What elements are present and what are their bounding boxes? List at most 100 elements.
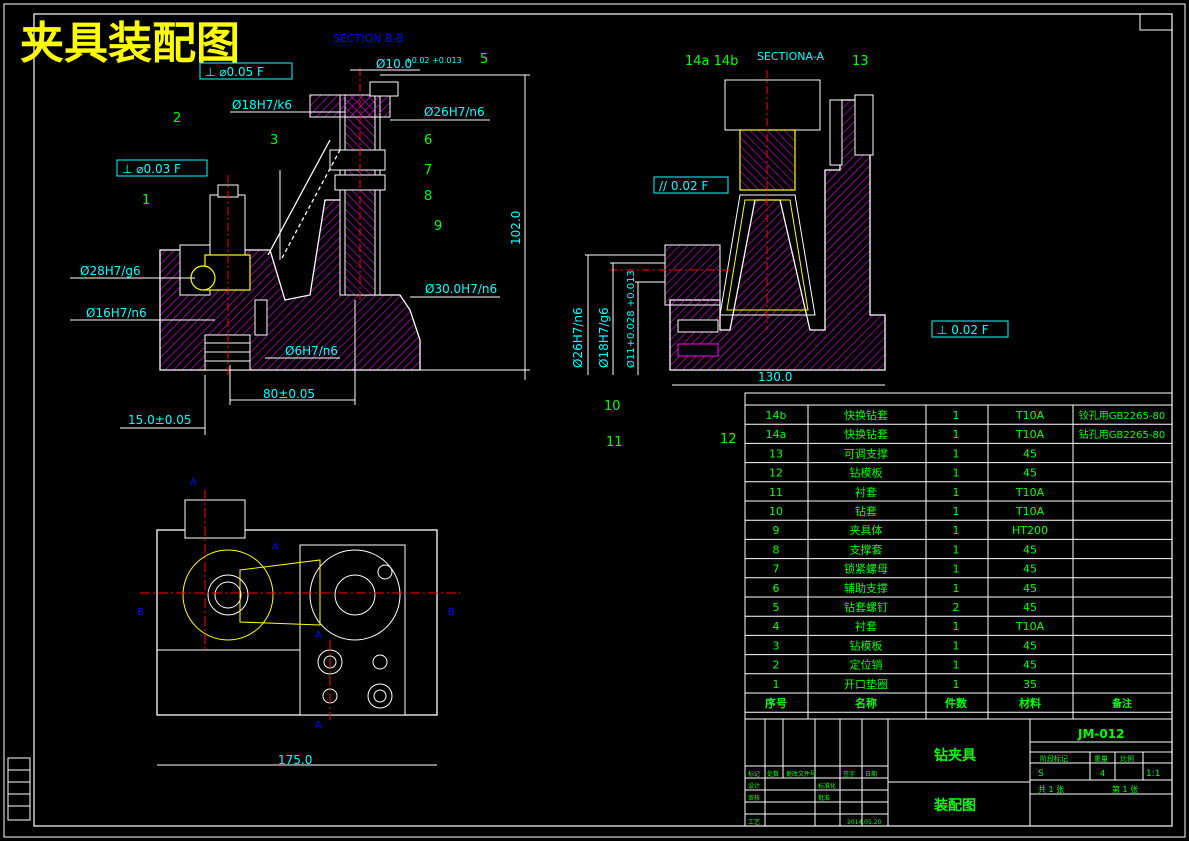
bom-cell: 开口垫圈 — [844, 677, 888, 691]
date-label: 日期 — [865, 770, 877, 778]
drawing-code: JM-012 — [1077, 727, 1124, 741]
bom-cell: 13 — [769, 447, 783, 460]
bom-cell: 衬套 — [855, 620, 877, 633]
dim-l130: 130.0 — [758, 370, 792, 384]
label-a-1: A — [190, 477, 197, 488]
label-b-2: B — [448, 607, 455, 618]
dim-d10-tol: +0.02 +0.013 — [405, 56, 462, 65]
bom-cell: 12 — [769, 467, 783, 480]
bom-header-cell: 名称 — [855, 696, 877, 710]
mark-s: S — [1038, 769, 1044, 779]
balloon-11: 11 — [606, 435, 623, 450]
bom-cell: T10A — [1015, 409, 1045, 422]
bom-cell: T10A — [1015, 620, 1045, 633]
bom-cell: 45 — [1023, 601, 1037, 614]
bom-cell: 快换钻套 — [844, 427, 888, 441]
scale: 1:1 — [1146, 769, 1160, 779]
dim-d28: Ø28H7/g6 — [80, 264, 141, 278]
plan-view — [140, 490, 460, 766]
date: 2014.05.20 — [847, 819, 882, 826]
bom-cell: 45 — [1023, 659, 1037, 672]
scale-label: 比例 — [1120, 754, 1134, 763]
bom-cell: 4 — [773, 620, 780, 633]
stage-label: 阶段标记 — [1040, 754, 1068, 763]
bom-cell: 1 — [953, 582, 960, 595]
bom-cell: 14a — [766, 428, 787, 441]
section-aa-label: SECTIONA-A — [757, 50, 824, 63]
mark-label: 标记 — [748, 770, 760, 778]
left-margin-marks — [7, 757, 31, 821]
dim-d18: Ø18H7/k6 — [232, 98, 292, 112]
bom-cell: HT200 — [1012, 524, 1048, 537]
bom-cell: 钻模板 — [850, 638, 883, 652]
balloon-6: 6 — [424, 133, 432, 148]
drawing-title: 夹具装配图 — [20, 18, 240, 69]
bom-cell: T10A — [1015, 505, 1045, 518]
bom-header-cell: 材料 — [1019, 696, 1041, 710]
label-b-1: B — [137, 607, 144, 618]
bom-header-cell: 备注 — [1111, 697, 1132, 710]
bom-cell: 1 — [953, 524, 960, 537]
bom-cell: 2 — [953, 601, 960, 614]
bom-cell: T10A — [1015, 486, 1045, 499]
bom-cell: 45 — [1023, 563, 1037, 576]
bom-cell: 快换钻套 — [844, 408, 888, 422]
bom-cell: 1 — [953, 505, 960, 518]
bom-cell: 45 — [1023, 467, 1037, 480]
dim-d30: Ø30.0H7/n6 — [425, 282, 497, 296]
dim-v18: Ø18H7/g6 — [597, 307, 611, 368]
approve-label: 批准 — [818, 794, 830, 802]
bom-cell: 1 — [773, 678, 780, 691]
bom-header-cell: 序号 — [765, 696, 787, 710]
part-name: 钻夹具 — [934, 747, 976, 764]
dim-l80: 80±0.05 — [263, 387, 315, 401]
dim-v26: Ø26H7/n6 — [571, 307, 585, 368]
file-label: 更改文件号 — [786, 770, 816, 778]
bom-cell: 1 — [953, 467, 960, 480]
bom-cell: 7 — [773, 563, 780, 576]
label-a-3: A — [315, 630, 322, 641]
bom-cell: 1 — [953, 447, 960, 460]
bom-table: 14b 快换钻套 1 T10A 铰孔用GB2265-80 14a 快换钻套 1 T10A 钻孔用G… — [744, 392, 1173, 720]
bom-cell: 1 — [953, 639, 960, 652]
design-label: 设计 — [748, 782, 760, 790]
dim-v11: Ø11+0.028 +0.013 — [625, 270, 637, 368]
bom-cell: 钻孔用GB2265-80 — [1079, 428, 1165, 441]
section-aa-view — [610, 70, 886, 371]
sheet-count: 共 1 张 — [1038, 785, 1064, 794]
section-bb-label: SECTION B-B — [333, 32, 404, 45]
balloon-12: 12 — [720, 432, 737, 447]
bom-cell: 5 — [773, 601, 780, 614]
bom-cell: 钻套 — [855, 504, 877, 518]
balloon-9: 9 — [434, 219, 442, 234]
bom-cell: 1 — [953, 428, 960, 441]
balloon-1: 1 — [142, 193, 150, 208]
bom-cell: 14b — [766, 409, 787, 422]
bom-cell: 1 — [953, 659, 960, 672]
bom-cell: 钻模板 — [850, 466, 883, 480]
balloon-2: 2 — [173, 111, 181, 126]
bom-cell: 45 — [1023, 543, 1037, 556]
drawing-canvas: 夹具装配图 SECTION B-B SECTIONA-A ⊥ ⌀0.05 F ⊥… — [3, 3, 1186, 838]
bom-cell: 1 — [953, 678, 960, 691]
tol-perp-005: ⊥ ⌀0.05 F — [205, 65, 264, 79]
bom-cell: 1 — [953, 486, 960, 499]
sheet-no: 第 1 张 — [1112, 784, 1138, 794]
balloon-13: 13 — [852, 54, 869, 69]
bom-cell: 45 — [1023, 639, 1037, 652]
qty: 4 — [1100, 769, 1105, 778]
bom-cell: T10A — [1015, 428, 1045, 441]
bom-cell: 锁紧螺母 — [844, 562, 888, 576]
bom-cell: 10 — [769, 505, 783, 518]
bom-cell: 衬套 — [855, 486, 877, 499]
label-a-4: A — [315, 720, 322, 731]
tol-para-002: // 0.02 F — [659, 179, 708, 193]
dim-d26: Ø26H7/n6 — [424, 105, 485, 119]
bom-cell: 钻套螺钉 — [844, 600, 888, 614]
weight-label: 重量 — [1094, 755, 1108, 763]
balloon-10: 10 — [604, 399, 621, 414]
bom-cell: 1 — [953, 620, 960, 633]
bom-cell: 1 — [953, 409, 960, 422]
balloon-7: 7 — [424, 163, 432, 178]
balloon-8: 8 — [424, 189, 432, 204]
